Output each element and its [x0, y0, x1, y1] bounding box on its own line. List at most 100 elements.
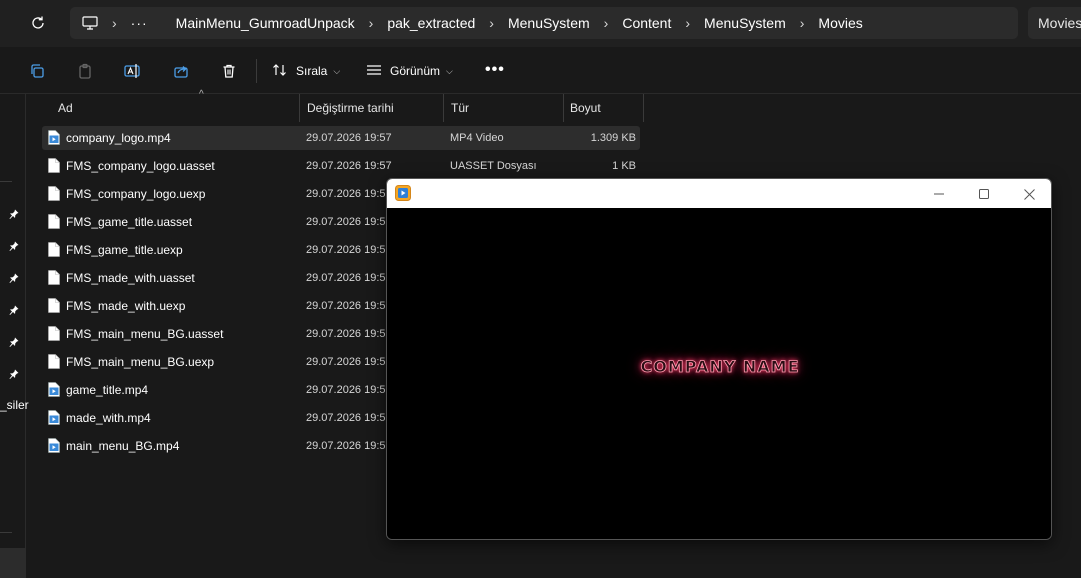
- file-date: 29.07.2026 19:57: [306, 384, 392, 396]
- nav-divider: [0, 532, 12, 533]
- file-date: 29.07.2026 19:57: [306, 328, 392, 340]
- address-bar-row: › ··· MainMenu_GumroadUnpack › pak_extra…: [0, 0, 1081, 47]
- file-icon: [48, 270, 60, 285]
- file-date: 29.07.2026 19:57: [306, 272, 392, 284]
- file-icon: [48, 186, 60, 201]
- breadcrumb-item[interactable]: MenuSystem: [704, 15, 786, 31]
- nav-divider: [0, 181, 12, 182]
- view-button[interactable]: Görünüm ⌵: [366, 59, 453, 83]
- column-header: ^ Ad Değiştirme tarihi Tür Boyut: [27, 89, 644, 122]
- file-type: UASSET Dosyası: [450, 160, 537, 172]
- column-name[interactable]: Ad: [27, 94, 300, 122]
- nav-item-label[interactable]: _siler: [0, 398, 29, 412]
- file-name: FMS_made_with.uasset: [66, 271, 195, 285]
- file-name: company_logo.mp4: [66, 131, 171, 145]
- file-date: 29.07.2026 19:57: [306, 412, 392, 424]
- chevron-right-icon[interactable]: ›: [604, 15, 609, 31]
- copy-icon[interactable]: [27, 61, 47, 81]
- file-name: FMS_game_title.uasset: [66, 215, 193, 229]
- file-icon: [48, 214, 60, 229]
- close-icon[interactable]: [1015, 183, 1043, 205]
- pin-icon[interactable]: [9, 368, 19, 379]
- navigation-pane: _siler: [0, 94, 29, 578]
- file-size: 1 KB: [612, 160, 636, 172]
- column-size[interactable]: Boyut: [564, 94, 644, 122]
- toolbar-divider: [256, 59, 257, 83]
- command-bar: Sırala ⌵ Görünüm ⌵ •••: [0, 47, 1081, 94]
- pin-icon[interactable]: [9, 336, 19, 347]
- file-date: 29.07.2026 19:57: [306, 440, 392, 452]
- file-size: 1.309 KB: [590, 132, 636, 144]
- breadcrumb-item[interactable]: Movies: [818, 15, 862, 31]
- file-name: FMS_main_menu_BG.uexp: [66, 355, 215, 369]
- address-box[interactable]: › ··· MainMenu_GumroadUnpack › pak_extra…: [70, 7, 1018, 39]
- file-name: FMS_game_title.uexp: [66, 243, 183, 257]
- file-icon: [48, 158, 60, 173]
- file-name: main_menu_BG.mp4: [66, 439, 180, 453]
- video-surface[interactable]: COMPANY NAME: [387, 208, 1051, 539]
- chevron-right-icon[interactable]: ›: [800, 15, 805, 31]
- nav-item-selected[interactable]: [0, 548, 26, 578]
- video-file-icon: [48, 130, 60, 145]
- file-date: 29.07.2026 19:57: [306, 160, 392, 172]
- file-name: FMS_company_logo.uasset: [66, 159, 215, 173]
- view-label: Görünüm: [390, 64, 441, 78]
- chevron-down-icon: ⌵: [333, 65, 341, 76]
- file-icon: [48, 242, 60, 257]
- media-player-window[interactable]: COMPANY NAME: [386, 178, 1052, 540]
- chevron-right-icon[interactable]: ›: [369, 15, 374, 31]
- more-options-icon[interactable]: •••: [485, 61, 505, 79]
- chevron-right-icon[interactable]: ›: [685, 15, 690, 31]
- pin-icon[interactable]: [9, 208, 19, 219]
- file-row[interactable]: FMS_company_logo.uasset 29.07.2026 19:57 U…: [42, 154, 640, 178]
- file-date: 29.07.2026 19:57: [306, 244, 392, 256]
- maximize-icon[interactable]: [970, 183, 998, 205]
- pin-icon[interactable]: [9, 272, 19, 283]
- share-icon[interactable]: [171, 61, 191, 81]
- file-name: FMS_company_logo.uexp: [66, 187, 206, 201]
- sort-label: Sırala: [296, 64, 328, 78]
- pin-icon[interactable]: [9, 304, 19, 315]
- view-icon: [366, 63, 382, 80]
- file-name: game_title.mp4: [66, 383, 149, 397]
- media-player-app-icon: [395, 185, 411, 201]
- minimize-icon[interactable]: [925, 183, 953, 205]
- video-file-icon: [48, 382, 60, 397]
- breadcrumb: › ··· MainMenu_GumroadUnpack › pak_extra…: [82, 7, 863, 39]
- chevron-right-icon[interactable]: ›: [489, 15, 494, 31]
- player-title-bar[interactable]: [387, 179, 1051, 208]
- breadcrumb-item[interactable]: MenuSystem: [508, 15, 590, 31]
- sort-button[interactable]: Sırala ⌵: [272, 59, 340, 83]
- video-company-name-text: COMPANY NAME: [640, 357, 800, 377]
- file-date: 29.07.2026 19:57: [306, 300, 392, 312]
- file-date: 29.07.2026 19:57: [306, 188, 392, 200]
- search-input[interactable]: Movies: [1028, 7, 1081, 39]
- file-icon: [48, 354, 60, 369]
- breadcrumb-item[interactable]: pak_extracted: [387, 15, 475, 31]
- column-date[interactable]: Değiştirme tarihi: [300, 94, 444, 122]
- breadcrumb-item[interactable]: MainMenu_GumroadUnpack: [176, 15, 355, 31]
- file-name: FMS_made_with.uexp: [66, 299, 186, 313]
- chevron-down-icon: ⌵: [446, 65, 453, 76]
- rename-icon[interactable]: [123, 61, 143, 81]
- video-file-icon: [48, 410, 60, 425]
- file-date: 29.07.2026 19:57: [306, 132, 392, 144]
- file-type: MP4 Video: [450, 132, 504, 144]
- computer-icon[interactable]: [82, 16, 98, 30]
- more-breadcrumbs-icon[interactable]: ···: [131, 15, 148, 31]
- file-date: 29.07.2026 19:57: [306, 356, 392, 368]
- column-type[interactable]: Tür: [444, 94, 564, 122]
- file-date: 29.07.2026 19:57: [306, 216, 392, 228]
- file-icon: [48, 298, 60, 313]
- breadcrumb-item[interactable]: Content: [622, 15, 671, 31]
- video-file-icon: [48, 438, 60, 453]
- chevron-right-icon[interactable]: ›: [112, 15, 117, 31]
- file-icon: [48, 326, 60, 341]
- trash-icon[interactable]: [219, 61, 239, 81]
- pin-icon[interactable]: [9, 240, 19, 251]
- file-row[interactable]: company_logo.mp4 29.07.2026 19:57 MP4 Vide…: [42, 126, 640, 150]
- paste-icon[interactable]: [75, 61, 95, 81]
- refresh-icon[interactable]: [24, 10, 52, 36]
- file-name: made_with.mp4: [66, 411, 151, 425]
- file-name: FMS_main_menu_BG.uasset: [66, 327, 224, 341]
